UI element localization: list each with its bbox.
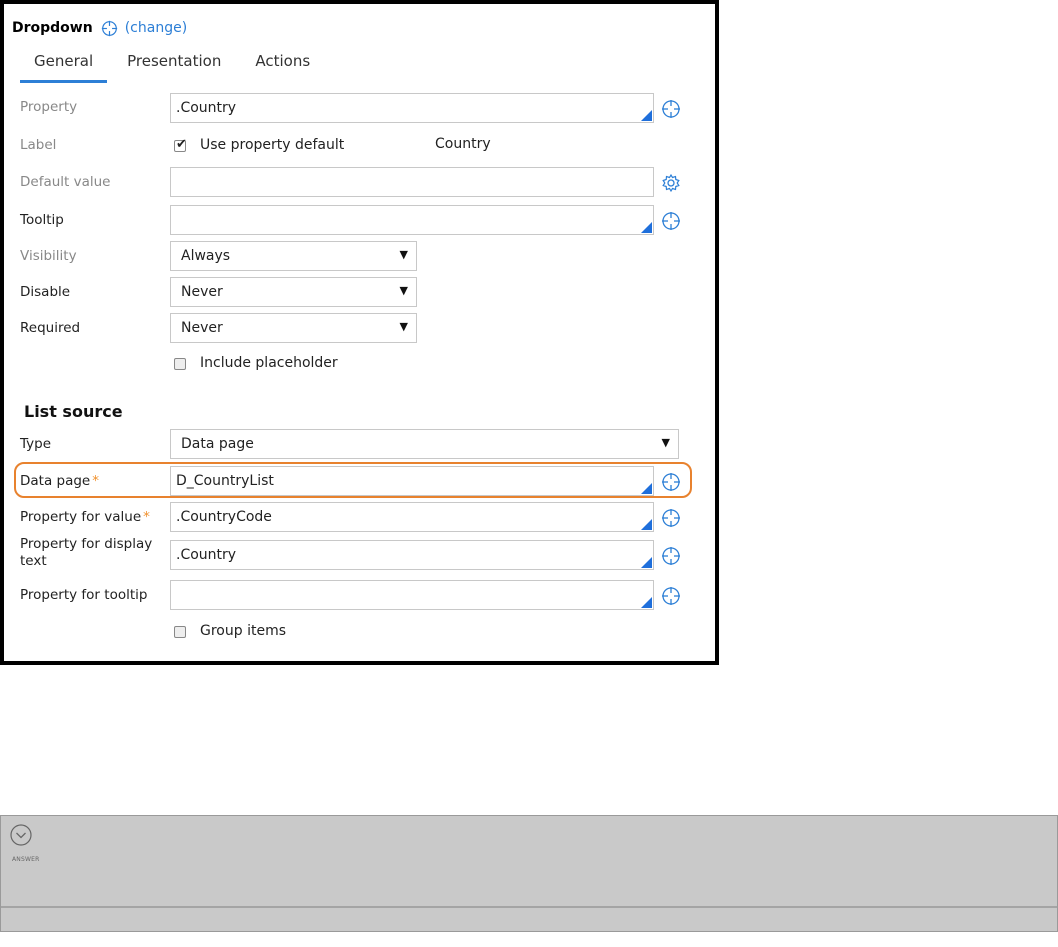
default-value-label: Default value (20, 174, 111, 190)
change-control-link[interactable]: (change) (125, 20, 187, 36)
crosshair-icon[interactable] (661, 472, 681, 492)
label-row: Label ✔ Use property default Country (20, 132, 700, 158)
label-label: Label (20, 137, 57, 153)
dropdown-properties-panel: Dropdown (change) General Presentation A… (0, 0, 719, 665)
caret-down-icon: ▼ (661, 436, 670, 449)
data-page-label: Data page * (20, 473, 99, 489)
crosshair-icon[interactable] (661, 586, 681, 606)
answer-panel: ANSWER (0, 815, 1058, 932)
include-placeholder-checkbox[interactable] (174, 358, 186, 370)
autocomplete-corner-icon (641, 483, 652, 494)
include-placeholder-row: Include placeholder (20, 350, 700, 376)
tab-general[interactable]: General (20, 46, 108, 83)
use-property-default-label: Use property default (200, 137, 345, 153)
autocomplete-corner-icon (641, 222, 652, 233)
list-source-heading: List source (24, 402, 123, 421)
property-for-tooltip-row: Property for tooltip (20, 578, 700, 612)
autocomplete-corner-icon (641, 110, 652, 121)
checkmark-icon: ✔ (176, 137, 187, 152)
panel-header: Dropdown (change) (12, 18, 187, 38)
required-row: Required Never ▼ (20, 312, 700, 344)
gear-icon[interactable] (661, 173, 681, 193)
group-items-row: Group items (20, 618, 700, 644)
property-for-value-input[interactable]: .CountryCode (170, 502, 654, 532)
disable-row: Disable Never ▼ (20, 276, 700, 308)
tab-bar: General Presentation Actions (20, 46, 330, 83)
data-page-value: D_CountryList (176, 473, 274, 489)
label-default-text: Country (435, 136, 491, 152)
property-for-value-row: Property for value * .CountryCode (20, 500, 700, 534)
answer-label: ANSWER (12, 856, 40, 863)
property-for-display-label: Property for display text (20, 536, 153, 569)
visibility-label: Visibility (20, 248, 77, 264)
disable-select[interactable]: Never ▼ (170, 277, 417, 307)
disable-value: Never (181, 284, 223, 300)
required-star-icon: * (92, 473, 99, 489)
caret-down-icon: ▼ (399, 320, 408, 333)
property-input[interactable]: .Country (170, 93, 654, 123)
default-value-input[interactable] (170, 167, 654, 197)
type-select[interactable]: Data page ▼ (170, 429, 679, 459)
visibility-row: Visibility Always ▼ (20, 240, 700, 272)
required-select[interactable]: Never ▼ (170, 313, 417, 343)
data-page-row: Data page * D_CountryList (20, 464, 700, 498)
visibility-value: Always (181, 248, 231, 264)
property-value: .Country (176, 100, 237, 116)
type-value: Data page (181, 436, 254, 452)
property-for-value-label-text: Property for value (20, 509, 142, 525)
data-page-input[interactable]: D_CountryList (170, 466, 654, 496)
required-star-icon: * (143, 509, 150, 525)
default-value-row: Default value (20, 164, 700, 198)
group-items-checkbox[interactable] (174, 626, 186, 638)
chevron-down-circle-icon[interactable] (10, 824, 32, 846)
property-for-display-value: .Country (176, 547, 237, 563)
property-for-value-value: .CountryCode (176, 509, 272, 525)
tab-presentation[interactable]: Presentation (113, 46, 235, 80)
autocomplete-corner-icon (641, 557, 652, 568)
required-value: Never (181, 320, 223, 336)
disable-label: Disable (20, 284, 71, 300)
type-row: Type Data page ▼ (20, 428, 700, 460)
use-property-default-checkbox[interactable]: ✔ (174, 137, 187, 152)
tooltip-row: Tooltip (20, 202, 700, 236)
property-for-tooltip-input[interactable] (170, 580, 654, 610)
crosshair-icon[interactable] (661, 546, 681, 566)
visibility-select[interactable]: Always ▼ (170, 241, 417, 271)
type-label: Type (20, 436, 52, 452)
answer-divider (1, 906, 1057, 908)
crosshair-icon[interactable] (661, 211, 681, 231)
caret-down-icon: ▼ (399, 248, 408, 261)
property-for-display-input[interactable]: .Country (170, 540, 654, 570)
tab-actions[interactable]: Actions (241, 46, 324, 80)
data-page-label-text: Data page (20, 473, 91, 489)
property-row: Property .Country (20, 90, 700, 124)
tooltip-label: Tooltip (20, 212, 64, 228)
crosshair-icon[interactable] (101, 20, 118, 37)
property-label: Property (20, 99, 78, 115)
autocomplete-corner-icon (641, 519, 652, 530)
property-for-tooltip-label: Property for tooltip (20, 587, 148, 603)
tooltip-input[interactable] (170, 205, 654, 235)
autocomplete-corner-icon (641, 597, 652, 608)
control-type-title: Dropdown (12, 20, 93, 36)
required-label: Required (20, 320, 81, 336)
crosshair-icon[interactable] (661, 508, 681, 528)
crosshair-icon[interactable] (661, 99, 681, 119)
group-items-label: Group items (200, 623, 286, 639)
caret-down-icon: ▼ (399, 284, 408, 297)
property-for-value-label: Property for value * (20, 509, 150, 525)
include-placeholder-label: Include placeholder (200, 355, 338, 371)
property-for-display-row: Property for display text .Country (20, 536, 700, 578)
